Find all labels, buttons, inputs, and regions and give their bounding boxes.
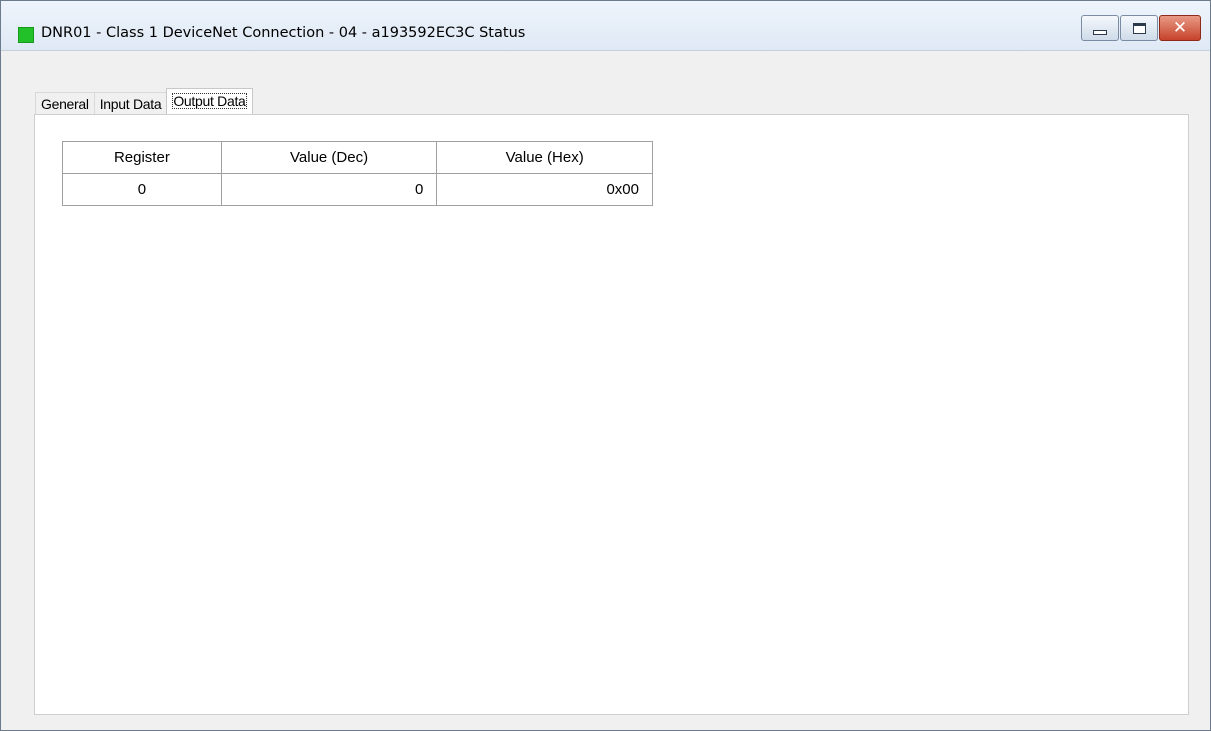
output-data-panel: Register Value (Dec) Value (Hex) 0 0 0x0… [34,114,1189,715]
table-header-row: Register Value (Dec) Value (Hex) [62,141,653,174]
minimize-button[interactable] [1081,15,1119,41]
tab-strip: General Input Data Output Data [35,88,253,114]
tab-general[interactable]: General [35,92,95,114]
maximize-icon [1132,22,1146,34]
column-header-register[interactable]: Register [62,141,222,174]
status-window: DNR01 - Class 1 DeviceNet Connection - 0… [0,0,1211,731]
tab-general-label: General [41,96,89,112]
tab-output-data-label: Output Data [172,93,247,109]
table-row[interactable]: 0 0 0x00 [62,173,653,206]
close-icon: ✕ [1172,17,1188,38]
maximize-button[interactable] [1120,15,1158,41]
output-data-table: Register Value (Dec) Value (Hex) 0 0 0x0… [62,141,653,206]
cell-value-hex: 0x00 [436,173,653,206]
tab-output-data[interactable]: Output Data [166,88,253,114]
window-title: DNR01 - Class 1 DeviceNet Connection - 0… [41,25,526,41]
title-bar[interactable]: DNR01 - Class 1 DeviceNet Connection - 0… [1,1,1210,51]
tab-input-data[interactable]: Input Data [93,92,168,114]
cell-value-dec: 0 [220,173,438,206]
column-header-value-hex[interactable]: Value (Hex) [436,141,653,174]
status-indicator-icon [18,27,34,43]
cell-register: 0 [62,173,222,206]
window-controls: ✕ [1080,15,1201,43]
column-header-value-dec[interactable]: Value (Dec) [220,141,438,174]
close-button[interactable]: ✕ [1159,15,1201,41]
minimize-icon [1093,29,1107,35]
tab-input-data-label: Input Data [99,96,162,112]
